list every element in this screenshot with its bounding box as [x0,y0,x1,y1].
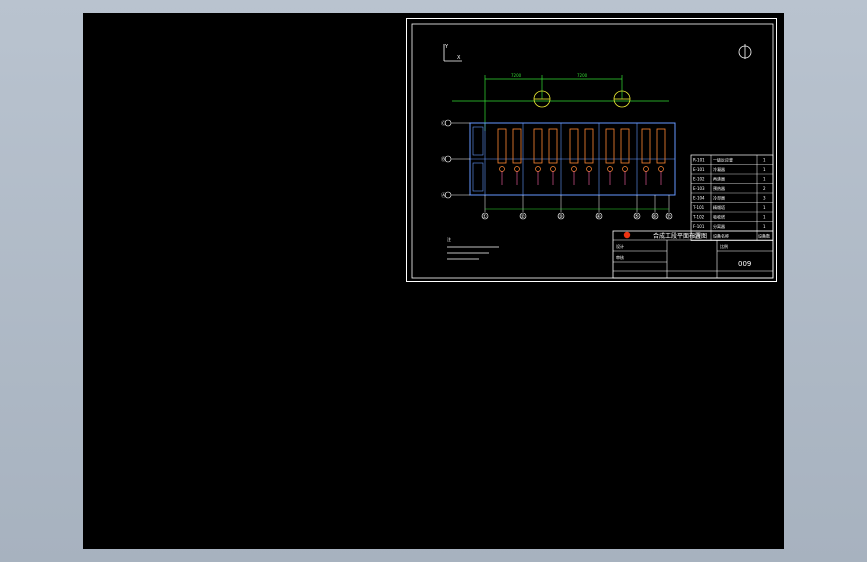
pump-icon [622,166,628,172]
reactor-vessel [620,128,630,164]
title-block-title: 合成工段平面布置图 [653,232,707,240]
pump-icon [571,166,577,172]
equipment-tag: T-101 [692,205,705,210]
pump-icon [550,166,556,172]
equipment-name: 吸收塔 [713,214,725,220]
company-logo-icon [623,231,631,239]
equipment-qty: 3 [763,196,766,201]
equipment-qty: 1 [763,158,766,163]
equipment-name: 冷凝器 [713,166,725,172]
pump-icon [499,166,505,172]
equipment-name: 冷却器 [713,195,725,201]
grid-col-label: ③ [559,214,563,220]
equipment-tag: E-104 [693,196,705,201]
equipment-name: 再沸器 [713,176,725,182]
plant-layout-drawing: Y X 7200 7200 Ⓒ Ⓑ Ⓐ ① ② ③ ④ ⑤ ⑥ ⑦ 注 R-10… [411,23,774,279]
pump-icon [643,166,649,172]
ucs-axis-icon: Y X [443,44,462,62]
grid-col-label: ① [483,214,488,220]
equipment-tag: E-102 [693,177,705,182]
equipment-qty: 1 [763,167,766,172]
svg-text:Y: Y [444,44,449,50]
reactor-vessel [569,128,579,164]
grid-column-markers: ① ② ③ ④ ⑤ ⑥ ⑦ [481,195,673,220]
notes-block: 注 [447,236,499,260]
equipment-name: 精馏塔 [713,204,725,210]
reactor-vessel [548,128,558,164]
equipment-tag: F-101 [693,224,705,229]
reactor-vessel [656,128,666,164]
equipment-qty: 1 [763,205,766,210]
stair-block [472,126,484,156]
title-block: 合成工段平面布置图 009 设计 审核 比例 [612,230,774,279]
equipment-header-name: 设备名称 [713,233,729,239]
cad-viewport[interactable]: Y X 7200 7200 Ⓒ Ⓑ Ⓐ ① ② ③ ④ ⑤ ⑥ ⑦ 注 R-10… [83,13,784,549]
reactor-vessel [584,128,594,164]
dimension-label-1: 7200 [511,73,522,78]
grid-col-label: ④ [597,214,602,220]
grid-col-label: ⑥ [653,214,658,220]
equipment-tag: E-103 [693,186,705,191]
pump-icon [514,166,520,172]
notes-label: 注 [447,236,451,242]
equipment-name: 分离器 [713,223,725,229]
stair-block [472,162,484,192]
grid-col-label: ② [521,214,526,220]
storage-tank-icon [533,90,631,108]
design-label: 设计 [616,243,624,249]
equipment-list-table: R-101 一级反应釜 1 E-101 冷凝器 1 E-102 再沸器 1 E-103 预热器 2 E-… [690,154,774,241]
pump-icon [607,166,613,172]
check-label: 审核 [616,254,624,260]
equipment-qty: 1 [763,215,766,220]
grid-row-label-b: Ⓑ [441,156,446,163]
reactor-vessel [533,128,543,164]
scale-label: 比例 [720,243,728,249]
equipment-header-qty: 设备数 [758,233,770,239]
equipment-tag: E-101 [693,167,705,172]
equipment-name: 一级反应釜 [713,157,733,163]
equipment-tag: R-101 [693,158,705,163]
reactor-vessel [512,128,522,164]
drawing-sheet: Y X 7200 7200 Ⓒ Ⓑ Ⓐ ① ② ③ ④ ⑤ ⑥ ⑦ 注 R-10… [406,18,777,282]
reactor-vessel [497,128,507,164]
drawing-number: 009 [738,260,751,268]
grid-row-label-a: Ⓐ [441,192,446,199]
building-bays [470,123,675,195]
equipment-qty: 1 [763,177,766,182]
equipment-name: 预热器 [713,185,725,191]
grid-col-label: ⑤ [635,214,639,220]
equipment-qty: 2 [763,186,766,191]
north-arrow-icon [738,44,752,59]
pump-icon [658,166,664,172]
equipment-tag: T-102 [692,215,705,220]
reactor-vessel [641,128,651,164]
grid-row-label-c: Ⓒ [441,120,446,127]
dimension-label-2: 7200 [577,73,588,78]
equipment-qty: 1 [763,224,766,229]
pump-icon [586,166,592,172]
reactor-vessel [605,128,615,164]
grid-col-label: ⑦ [667,214,672,220]
grid-row-markers [444,119,470,199]
pump-icon [535,166,541,172]
svg-text:X: X [457,55,461,61]
